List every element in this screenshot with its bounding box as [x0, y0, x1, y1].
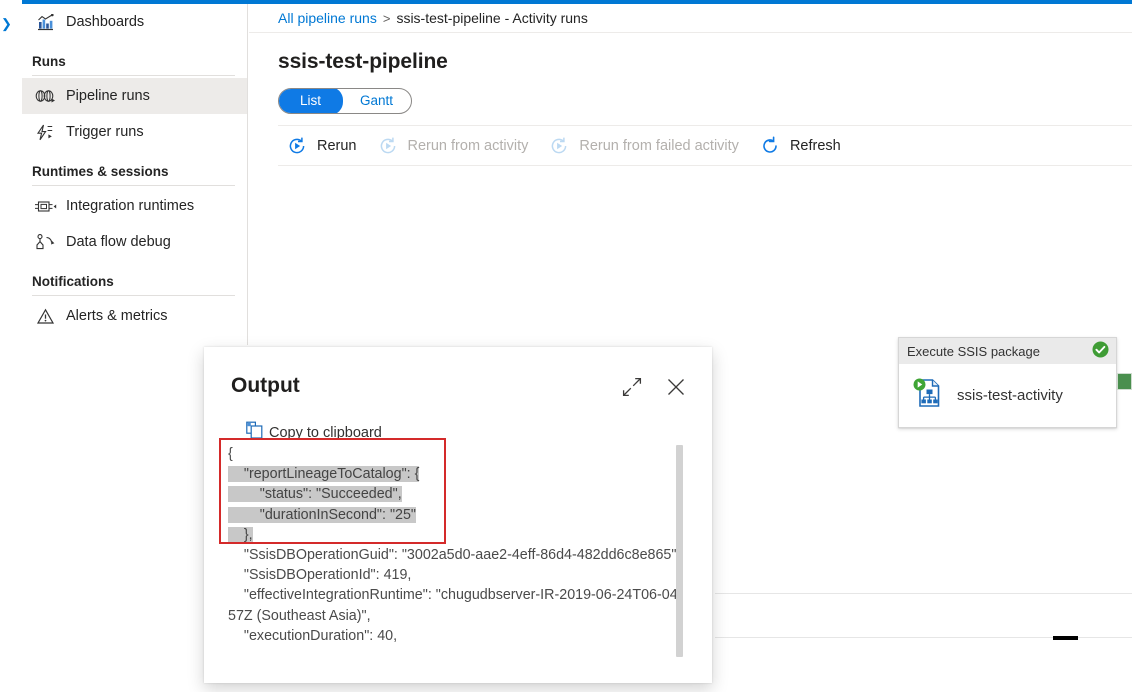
chevron-right-icon[interactable]: ❯	[1, 16, 15, 32]
sidebar-item-label: Pipeline runs	[66, 88, 150, 104]
rerun-label: Rerun	[317, 137, 357, 154]
sidebar-item-alerts-metrics[interactable]: Alerts & metrics	[22, 298, 247, 334]
sidebar-item-label: Trigger runs	[66, 124, 144, 140]
output-json-line-text: "reportLineageToCatalog": {	[228, 466, 420, 483]
copy-to-clipboard-label: Copy to clipboard	[269, 424, 382, 441]
sidebar: Dashboards Runs Pipeline runs Trigger ru…	[22, 4, 248, 345]
alerts-metrics-icon	[32, 306, 58, 326]
output-json-line-text: "executionDuration": 40,	[228, 627, 398, 644]
breadcrumb-current: ssis-test-pipeline - Activity runs	[396, 10, 588, 26]
trigger-runs-icon	[32, 122, 58, 142]
view-toggle: List Gantt	[278, 88, 413, 114]
activity-name: ssis-test-activity	[957, 387, 1063, 404]
sidebar-group-runtimes-sessions: Runtimes & sessions	[32, 164, 169, 179]
sidebar-divider	[32, 185, 235, 186]
output-json-line: "SsisDBOperationGuid": "3002a5d0-aae2-4e…	[228, 545, 688, 565]
output-json-line-text: "status": "Succeeded",	[228, 486, 402, 503]
output-json-line: "status": "Succeeded",	[228, 484, 688, 504]
app-root: ❯ Dashboards Runs Pipeline runs Trigger …	[0, 0, 1132, 692]
output-json-line: "effectiveIntegrationRuntime": "chugudbs…	[228, 585, 688, 625]
sidebar-item-label: Alerts & metrics	[66, 308, 168, 324]
sidebar-item-pipeline-runs[interactable]: Pipeline runs	[22, 78, 247, 114]
output-json-line-text: "effectiveIntegrationRuntime": "chugudbs…	[228, 587, 683, 624]
activity-card-header: Execute SSIS package	[899, 338, 1116, 364]
ssis-package-icon	[911, 376, 945, 415]
page-title: ssis-test-pipeline	[278, 50, 448, 73]
pipeline-runs-icon	[32, 86, 58, 106]
output-json-line: {	[228, 444, 688, 464]
sidebar-divider	[32, 295, 235, 296]
green-connector-square	[1117, 373, 1132, 390]
output-panel-actions	[621, 376, 687, 398]
copy-to-clipboard-icon	[246, 421, 263, 444]
check-circle-icon	[1092, 341, 1109, 361]
data-flow-debug-icon	[32, 232, 58, 252]
output-json-line: "executionDuration": 40,	[228, 626, 688, 646]
breadcrumb: All pipeline runs > ssis-test-pipeline -…	[249, 4, 1132, 33]
output-json-viewer[interactable]: { "reportLineageToCatalog": { "status": …	[228, 444, 688, 659]
breadcrumb-all-pipeline-runs[interactable]: All pipeline runs	[278, 10, 377, 26]
left-rail	[0, 0, 22, 692]
rerun-from-activity-label: Rerun from activity	[407, 137, 529, 154]
sidebar-item-label: Dashboards	[66, 14, 145, 30]
expand-diagonal-icon[interactable]	[621, 376, 643, 398]
output-json-line: "SsisDBOperationId": 419,	[228, 565, 688, 585]
output-json-line-text: "durationInSecond": "25"	[228, 506, 417, 523]
rerun-failed-icon	[546, 136, 572, 156]
copy-to-clipboard-button[interactable]: Copy to clipboard	[246, 421, 382, 444]
output-json-line: "durationInSecond": "25"	[228, 505, 688, 525]
row-resize-handle[interactable]	[1053, 636, 1078, 640]
view-toggle-wrapper: List Gantt	[249, 74, 1132, 114]
rerun-icon	[284, 136, 310, 156]
sidebar-item-integration-runtimes[interactable]: Integration runtimes	[22, 188, 247, 224]
rerun-from-activity-button[interactable]: Rerun from activity	[369, 126, 541, 166]
sidebar-item-label: Integration runtimes	[66, 198, 195, 214]
table-rule	[715, 593, 1132, 594]
close-icon[interactable]	[665, 376, 687, 398]
output-json-line-text: {	[228, 446, 233, 462]
dashboards-icon	[32, 12, 58, 32]
sidebar-divider	[32, 75, 235, 76]
activity-card[interactable]: Execute SSIS package ssis-test-activity	[898, 337, 1117, 428]
sidebar-item-trigger-runs[interactable]: Trigger runs	[22, 114, 247, 150]
output-json-line-text: },	[228, 526, 253, 543]
activity-card-body: ssis-test-activity	[899, 364, 1116, 427]
output-panel: Output Copy to clipboard {"reportLineag…	[204, 347, 712, 683]
refresh-button[interactable]: Refresh	[751, 126, 853, 166]
sidebar-item-label: Data flow debug	[66, 234, 171, 250]
sidebar-group-notifications: Notifications	[32, 274, 114, 289]
sidebar-item-dashboards[interactable]: Dashboards	[22, 4, 247, 40]
rerun-from-failed-activity-button[interactable]: Rerun from failed activity	[540, 126, 751, 166]
output-panel-title: Output	[231, 374, 300, 397]
refresh-label: Refresh	[789, 137, 841, 154]
tab-gantt[interactable]: Gantt	[342, 89, 411, 113]
output-json-line-text: "SsisDBOperationId": 419,	[228, 567, 412, 584]
activity-type-label: Execute SSIS package	[907, 343, 1040, 359]
output-scrollbar[interactable]	[676, 445, 683, 657]
sidebar-item-data-flow-debug[interactable]: Data flow debug	[22, 224, 247, 260]
breadcrumb-separator: >	[382, 10, 391, 26]
rerun-from-failed-activity-label: Rerun from failed activity	[579, 137, 739, 154]
output-json-line-text: "SsisDBOperationGuid": "3002a5d0-aae2-4e…	[228, 547, 681, 564]
sidebar-group-runs: Runs	[32, 54, 66, 69]
rerun-activity-icon	[375, 136, 401, 156]
refresh-icon	[757, 136, 783, 156]
command-bar: Rerun Rerun from activity Rerun from fai…	[278, 125, 1132, 166]
output-json-line: "reportLineageToCatalog": {	[228, 464, 688, 484]
rerun-button[interactable]: Rerun	[278, 126, 369, 166]
output-json-line: },	[228, 525, 688, 545]
integration-runtime-icon	[32, 196, 58, 216]
tab-list[interactable]: List	[279, 89, 344, 113]
